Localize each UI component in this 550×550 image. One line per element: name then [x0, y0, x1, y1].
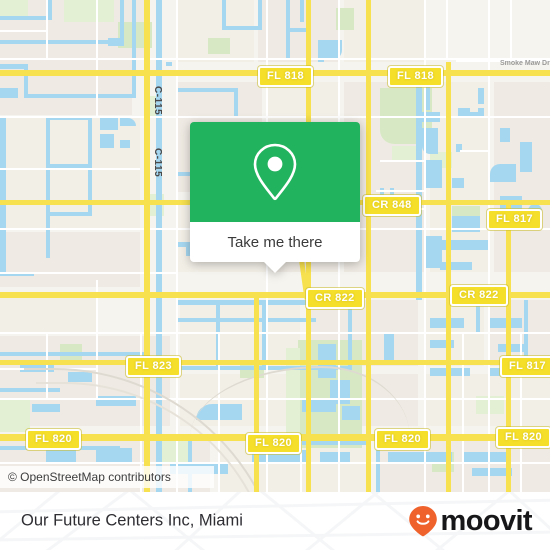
moovit-logo[interactable]: moovit [408, 504, 533, 537]
osm-attribution-text: © OpenStreetMap contributors [8, 470, 171, 484]
canal-label: C-115 [152, 148, 163, 178]
road-shield: CR 822 [450, 285, 508, 306]
osm-attribution[interactable]: © OpenStreetMap contributors [0, 466, 214, 488]
moovit-smiley-pin-icon [408, 506, 437, 537]
road-shield: FL 820 [246, 433, 302, 454]
footer-title: Our Future Centers Inc, Miami [21, 511, 243, 530]
road-shield: CR 848 [363, 195, 421, 216]
map-pin-icon [253, 143, 297, 201]
location-callout-card[interactable]: Take me there [190, 122, 360, 273]
card-header [190, 122, 360, 222]
road-shield: FL 820 [496, 427, 550, 448]
road-shield: FL 823 [126, 356, 182, 377]
card-pointer-tail [264, 262, 286, 273]
moovit-wordmark: moovit [440, 504, 533, 537]
road-shield: CR 822 [306, 288, 364, 309]
street-label: Smoke Maw Dr [500, 60, 550, 67]
road-shield: FL 817 [487, 209, 543, 230]
road-shield: FL 818 [388, 66, 444, 87]
road-shield: FL 820 [26, 429, 82, 450]
map-page: FL 818 FL 818 CR 848 FL 817 CR 822 CR 822 FL 8… [0, 0, 550, 550]
canal-label: C-115 [152, 86, 163, 116]
road-shield: FL 818 [258, 66, 314, 87]
page-footer: Our Future Centers Inc, Miami moovit [0, 492, 550, 550]
take-me-there-label: Take me there [227, 233, 323, 251]
road-shield: FL 817 [500, 356, 550, 377]
road-shield: FL 820 [375, 429, 431, 450]
take-me-there-button[interactable]: Take me there [190, 222, 360, 262]
